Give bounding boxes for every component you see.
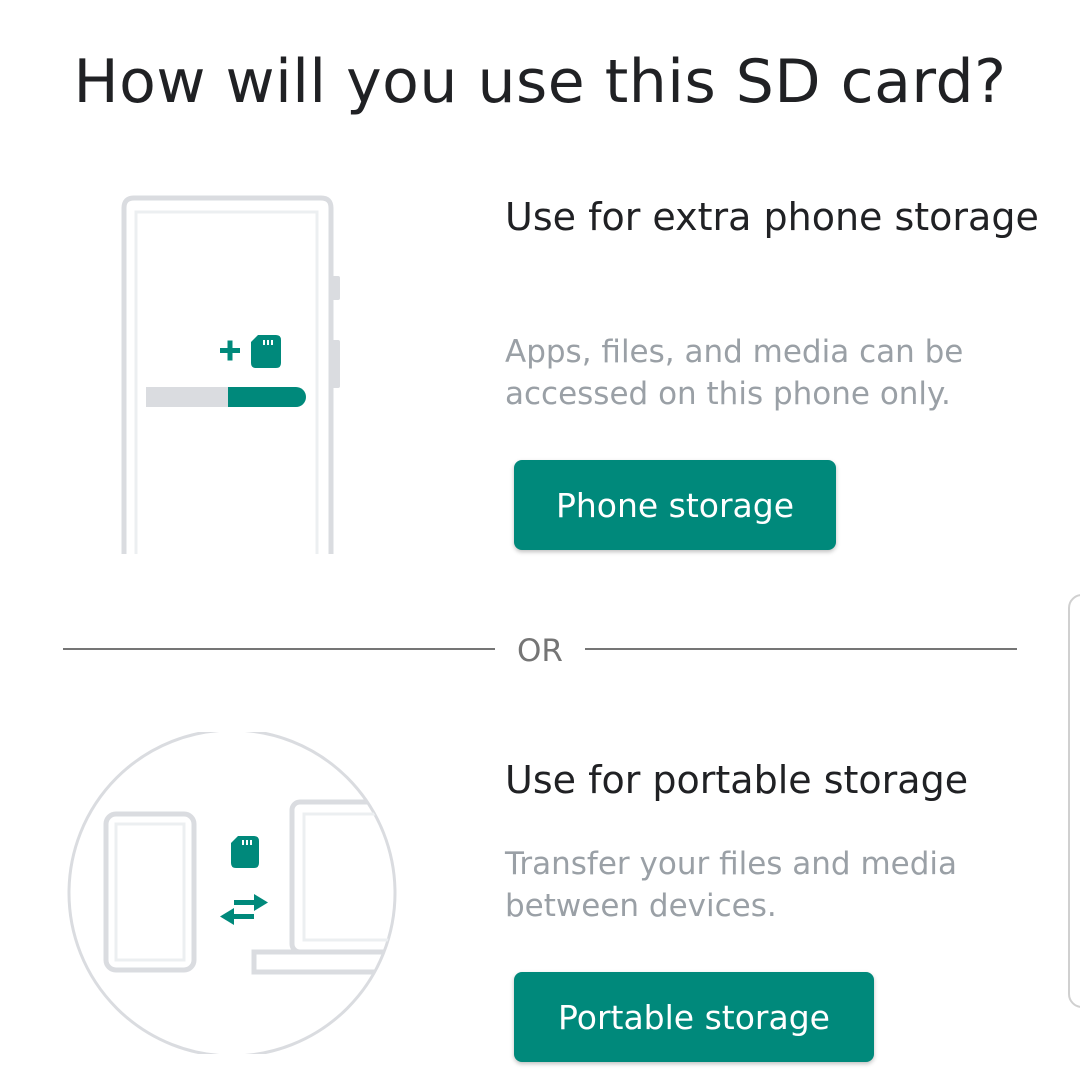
plus-icon — [220, 340, 240, 361]
divider-left — [63, 648, 495, 650]
page-title: How will you use this SD card? — [73, 47, 1007, 117]
internal-option-title: Use for extra phone storage — [505, 195, 1039, 239]
sd-card-setup-screen: How will you use this SD card? Use for e… — [0, 0, 1080, 1080]
sd-card-icon — [231, 836, 259, 868]
portable-option-description: Transfer your files and media between de… — [505, 846, 958, 924]
phone-storage-illustration — [121, 195, 340, 554]
internal-option-description: Apps, files, and media can be accessed o… — [505, 334, 964, 412]
storage-bar — [146, 387, 306, 407]
divider-right — [585, 648, 1017, 650]
phone-storage-button[interactable]: Phone storage — [514, 460, 836, 550]
scrollbar-handle[interactable] — [1068, 594, 1080, 1008]
portable-storage-button[interactable]: Portable storage — [514, 972, 874, 1062]
portable-storage-illustration — [67, 732, 397, 1054]
portable-option-title: Use for portable storage — [505, 758, 969, 802]
sd-card-icon — [251, 335, 281, 368]
or-separator-label: OR — [517, 633, 563, 669]
